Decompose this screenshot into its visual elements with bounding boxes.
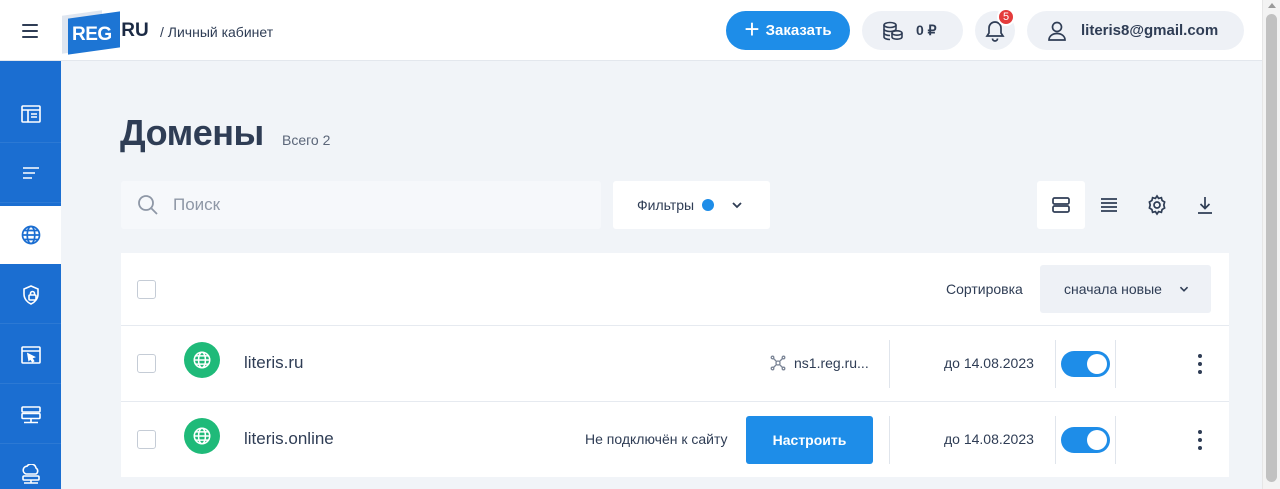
filters-button[interactable]: Фильтры: [613, 181, 770, 229]
menu-icon[interactable]: [22, 24, 38, 38]
settings-button[interactable]: [1133, 181, 1181, 229]
divider: [1055, 340, 1056, 388]
search-input[interactable]: [173, 195, 573, 215]
scrollbar[interactable]: [1262, 0, 1280, 489]
server-icon: [20, 405, 41, 423]
search-icon: [138, 195, 158, 215]
list-icon: [22, 166, 39, 179]
sidebar-item-ssl[interactable]: [0, 266, 61, 324]
download-icon: [1198, 197, 1212, 214]
cloud-server-icon: [21, 463, 40, 484]
divider: [889, 340, 890, 388]
order-button[interactable]: + Заказать: [726, 11, 850, 50]
balance-button[interactable]: 0 ₽: [862, 11, 963, 50]
dashboard-icon: [20, 104, 41, 123]
autorenew-toggle[interactable]: [1061, 351, 1110, 377]
sidebar-item-cloud[interactable]: [0, 446, 61, 489]
network-icon: [770, 355, 786, 371]
shield-lock-icon: [22, 284, 39, 305]
search-box[interactable]: [121, 181, 601, 229]
scrollbar-thumb[interactable]: [1266, 14, 1277, 482]
row-checkbox[interactable]: [137, 354, 156, 373]
filters-active-dot: [702, 199, 715, 211]
site-status: Не подключён к сайту: [585, 431, 728, 447]
more-options-icon[interactable]: [1192, 352, 1208, 376]
sort-dropdown[interactable]: сначала новые: [1040, 265, 1211, 313]
chevron-down-icon: [732, 202, 742, 209]
domain-name[interactable]: literis.ru: [244, 353, 304, 373]
configure-button[interactable]: Настроить: [746, 416, 873, 464]
sidebar-item-sites[interactable]: [0, 326, 61, 384]
sort-label: Сортировка: [946, 281, 1023, 297]
user-icon: [1048, 21, 1066, 41]
coins-icon: [883, 21, 903, 40]
divider: [889, 416, 890, 464]
expiry-date: до 14.08.2023: [944, 431, 1034, 447]
notifications-button[interactable]: 5: [975, 8, 1015, 50]
total-count: Всего 2: [282, 132, 331, 148]
sidebar-item-services[interactable]: [0, 145, 61, 203]
balance-value: 0 ₽: [916, 22, 937, 38]
chevron-down-icon: [1179, 286, 1189, 292]
breadcrumb[interactable]: / Личный кабинет: [160, 24, 273, 40]
autorenew-toggle[interactable]: [1061, 427, 1110, 453]
select-all-checkbox[interactable]: [137, 280, 156, 299]
sidebar-item-servers[interactable]: [0, 386, 61, 444]
table-row[interactable]: literis.online Не подключён к сайту Наст…: [121, 402, 1229, 477]
logo-text: REG: [72, 24, 112, 45]
ns-servers: ns1.reg.ru...: [770, 355, 869, 371]
window-cursor-icon: [20, 345, 41, 364]
more-options-icon[interactable]: [1192, 428, 1208, 452]
domain-name[interactable]: literis.online: [244, 429, 334, 449]
filters-label: Фильтры: [637, 197, 695, 213]
list-view-icon: [1101, 198, 1117, 212]
card-view-button[interactable]: [1037, 181, 1085, 229]
notifications-badge: 5: [997, 8, 1015, 26]
sort-value: сначала новые: [1064, 281, 1162, 297]
table-row[interactable]: literis.ru ns1.reg.ru... до 14.08.2023: [121, 326, 1229, 402]
row-checkbox[interactable]: [137, 430, 156, 449]
download-button[interactable]: [1181, 181, 1229, 229]
top-bar: REG .RU / Личный кабинет + Заказать 0 ₽ …: [0, 0, 1262, 61]
sidebar: [0, 61, 61, 489]
globe-icon: [21, 225, 40, 244]
divider: [1055, 416, 1056, 464]
user-menu[interactable]: literis8@gmail.com: [1027, 11, 1244, 50]
order-button-label: Заказать: [765, 22, 832, 39]
plus-icon: +: [744, 14, 760, 44]
card-view-icon: [1052, 197, 1070, 213]
scroll-up-arrow[interactable]: [1268, 3, 1276, 8]
ns-value: ns1.reg.ru...: [794, 355, 869, 371]
page-title: Домены: [120, 112, 264, 153]
domain-globe-icon: [184, 418, 220, 454]
sidebar-item-domains[interactable]: [0, 206, 61, 264]
domains-table: Сортировка сначала новые literis.ru ns1.…: [121, 253, 1229, 477]
logo[interactable]: REG .RU: [62, 10, 149, 55]
sidebar-item-dashboard[interactable]: [0, 85, 61, 143]
table-header: Сортировка сначала новые: [121, 253, 1229, 326]
divider: [1115, 340, 1116, 388]
logo-suffix: .RU: [116, 20, 149, 41]
expiry-date: до 14.08.2023: [944, 355, 1034, 371]
list-view-button[interactable]: [1085, 181, 1133, 229]
user-email: literis8@gmail.com: [1081, 22, 1219, 39]
gear-icon: [1148, 194, 1166, 216]
divider: [1115, 416, 1116, 464]
domain-globe-icon: [184, 342, 220, 378]
